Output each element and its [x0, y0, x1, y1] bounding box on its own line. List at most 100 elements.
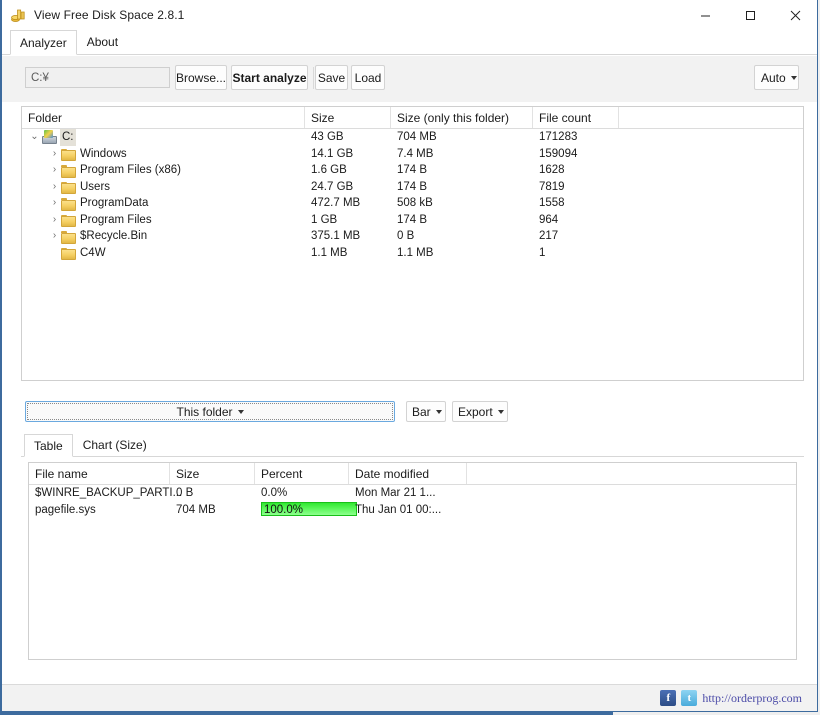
tree-row-folder-cell: C4W	[48, 245, 106, 262]
file-table-header: File name Size Percent Date modified	[29, 463, 796, 485]
tree-row-size: 43 GB	[311, 131, 344, 143]
tree-row-folder-cell: › Program Files	[48, 212, 152, 229]
tree-column-header-label: Size (only this folder)	[397, 110, 510, 125]
tree-row[interactable]: › Users 24.7 GB 174 B 7819	[22, 179, 803, 196]
chart-controls: This folder Bar Export	[2, 398, 817, 431]
chevron-right-icon[interactable]: ›	[48, 146, 61, 163]
auto-dropdown-label: Auto	[761, 70, 786, 85]
auto-dropdown[interactable]: Auto	[754, 65, 799, 90]
file-table-row[interactable]: $WINRE_BACKUP_PARTI... 0 B 0.0% Mon Mar 21 …	[29, 485, 796, 502]
website-link[interactable]: http://orderprog.com	[702, 691, 802, 706]
chevron-down-icon[interactable]: ⌄	[28, 129, 41, 146]
file-column-header[interactable]: Date modified	[349, 463, 467, 484]
tree-row-folder-cell: ⌄ C:	[28, 129, 76, 146]
tree-row[interactable]: › $Recycle.Bin 375.1 MB 0 B 217	[22, 228, 803, 245]
folder-icon	[61, 181, 76, 195]
percent-bar: 100.0%	[261, 502, 357, 516]
tree-row-size: 24.7 GB	[311, 180, 354, 193]
tree-row-file-count: 7819	[539, 180, 565, 193]
file-column-header-label: Size	[176, 466, 200, 481]
tree-row-file-count: 964	[539, 213, 559, 226]
tree-column-header-label: Size	[311, 110, 335, 125]
facebook-glyph: f	[666, 692, 671, 704]
browse-button[interactable]: Browse...	[175, 65, 227, 90]
tree-row-own-size: 174 B	[397, 180, 428, 193]
tree-column-header[interactable]: Folder	[22, 107, 305, 128]
export-dropdown[interactable]: Export	[452, 401, 508, 422]
bottom-tabstrip: Table Chart (Size)	[21, 434, 804, 457]
file-table-row[interactable]: pagefile.sys 704 MB 100.0% Thu Jan 01 00:..…	[29, 502, 796, 519]
chevron-right-icon[interactable]: ›	[48, 162, 61, 179]
tree-row[interactable]: › Program Files (x86) 1.6 GB 174 B 1628	[22, 162, 803, 179]
status-bar: f t http://orderprog.com	[2, 684, 817, 711]
file-table-panel[interactable]: File name Size Percent Date modified $WINRE…	[28, 462, 797, 660]
twitter-icon[interactable]: t	[681, 690, 698, 706]
folder-icon	[61, 148, 76, 162]
close-button[interactable]	[773, 0, 817, 30]
file-size-cell: 704 MB	[176, 504, 216, 516]
scope-dropdown[interactable]: This folder	[25, 401, 395, 422]
focus-ring	[27, 403, 393, 420]
file-percent-cell: 0.0%	[261, 487, 288, 499]
folder-icon	[61, 214, 76, 228]
tab-chart-size-label: Chart (Size)	[82, 438, 147, 452]
maximize-button[interactable]	[728, 0, 773, 30]
file-column-header-filler	[467, 463, 796, 484]
tree-column-header-label: File count	[539, 110, 592, 125]
tree-row-own-size: 0 B	[397, 230, 415, 242]
file-column-header-label: Date modified	[355, 466, 430, 481]
tree-row-name: Users	[80, 180, 111, 193]
load-button[interactable]: Load	[351, 65, 385, 90]
tree-row-size: 1 GB	[311, 213, 338, 226]
chevron-right-icon[interactable]: ›	[48, 179, 61, 196]
top-tabstrip: Analyzer About	[2, 30, 817, 55]
file-column-header[interactable]: Percent	[255, 463, 349, 484]
tree-row-size: 375.1 MB	[311, 230, 361, 242]
chevron-right-icon[interactable]: ›	[48, 195, 61, 212]
file-column-header-label: Percent	[261, 466, 303, 481]
tree-row[interactable]: C4W 1.1 MB 1.1 MB 1	[22, 245, 803, 262]
chart-type-dropdown[interactable]: Bar	[406, 401, 446, 422]
tab-table[interactable]: Table	[24, 434, 73, 457]
file-size-cell: 0 B	[176, 487, 194, 499]
chevron-down-icon	[497, 409, 504, 414]
start-analyze-button[interactable]: Start analyze	[231, 65, 308, 90]
save-button[interactable]: Save	[315, 65, 348, 90]
application-root: View Free Disk Space 2.8.1 Analyzer Abou…	[0, 0, 820, 715]
window-controls	[683, 0, 817, 30]
start-analyze-label: Start analyze	[232, 70, 307, 85]
tab-about[interactable]: About	[77, 30, 128, 54]
twitter-glyph: t	[687, 692, 692, 704]
tree-row-folder-cell: › ProgramData	[48, 195, 148, 212]
file-column-header[interactable]: Size	[170, 463, 255, 484]
chevron-right-icon[interactable]: ›	[48, 212, 61, 229]
tree-row[interactable]: › Program Files 1 GB 174 B 964	[22, 212, 803, 229]
tree-row-size: 1.1 MB	[311, 246, 348, 259]
tree-row-file-count: 1558	[539, 197, 565, 209]
tree-row-own-size: 7.4 MB	[397, 147, 434, 160]
folder-tree-body: ⌄ C: 43 GB 704 MB 171283 › Windows 14.1 GB 7.4 M…	[22, 129, 803, 261]
file-column-header-label: File name	[35, 466, 88, 481]
save-button-label: Save	[317, 70, 346, 85]
chevron-down-icon	[435, 409, 442, 414]
minimize-button[interactable]	[683, 0, 728, 30]
tree-row-name: Program Files (x86)	[80, 164, 181, 176]
tree-column-header[interactable]: Size (only this folder)	[391, 107, 533, 128]
tab-chart-size[interactable]: Chart (Size)	[73, 434, 157, 456]
tree-column-header[interactable]: Size	[305, 107, 391, 128]
tree-column-header[interactable]: File count	[533, 107, 619, 128]
tree-row-name: Windows	[80, 147, 127, 160]
facebook-icon[interactable]: f	[660, 690, 677, 706]
load-button-label: Load	[354, 70, 382, 85]
tree-row[interactable]: › Windows 14.1 GB 7.4 MB 159094	[22, 146, 803, 163]
tab-analyzer[interactable]: Analyzer	[10, 30, 77, 55]
tree-row-size: 472.7 MB	[311, 197, 361, 209]
tree-row[interactable]: › ProgramData 472.7 MB 508 kB 1558	[22, 195, 803, 212]
file-column-header[interactable]: File name	[29, 463, 170, 484]
chevron-right-icon[interactable]: ›	[48, 228, 61, 245]
folder-tree-panel[interactable]: Folder Size Size (only this folder) File co…	[21, 106, 804, 381]
app-icon	[11, 7, 27, 23]
tree-row[interactable]: ⌄ C: 43 GB 704 MB 171283	[22, 129, 803, 146]
path-input[interactable]	[25, 67, 170, 88]
tree-row-own-size: 508 kB	[397, 197, 433, 209]
